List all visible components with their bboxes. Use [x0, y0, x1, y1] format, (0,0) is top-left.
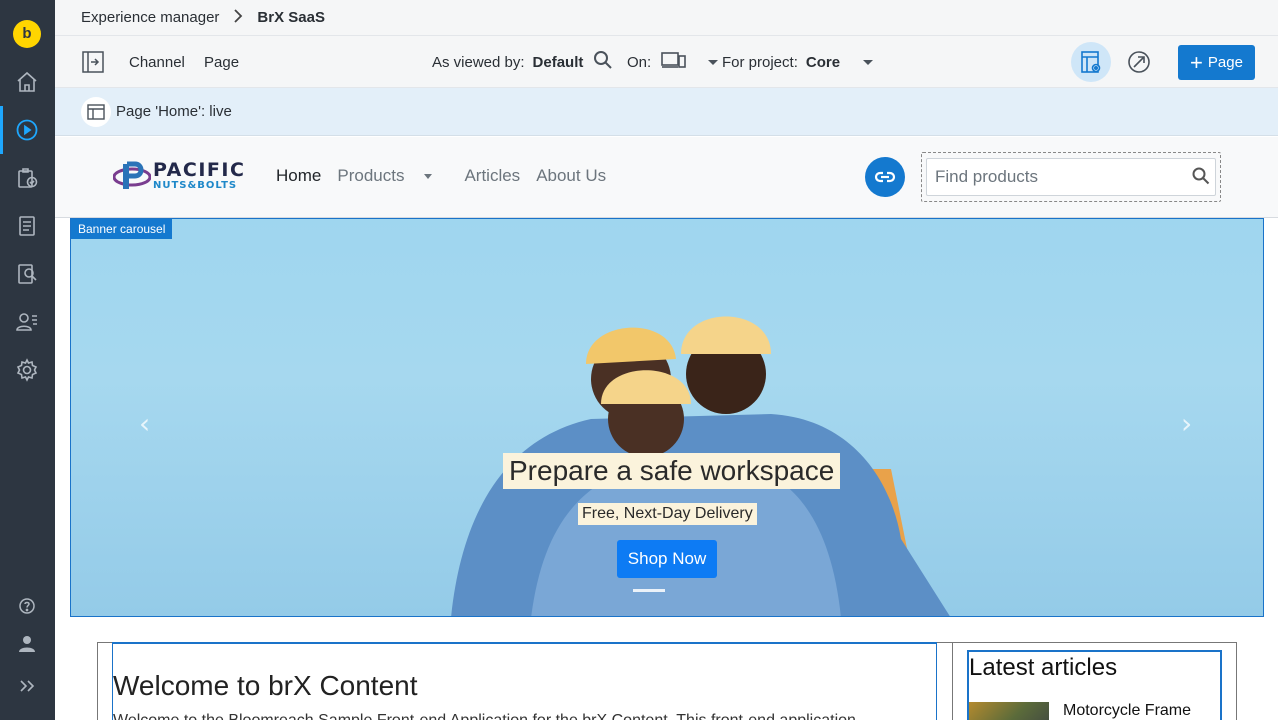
carousel-next-icon[interactable]: ›: [1181, 407, 1192, 440]
channel-menu[interactable]: Channel: [129, 36, 185, 88]
viewed-by-value: Default: [532, 53, 584, 71]
expand-icon[interactable]: [14, 673, 40, 699]
chevron-down-icon[interactable]: [862, 54, 874, 71]
nav-home[interactable]: Home: [276, 166, 321, 186]
banner-tag: Banner carousel: [71, 219, 173, 239]
latest-articles[interactable]: Latest articles Motorcycle Frame: [967, 650, 1222, 720]
link-icon[interactable]: [865, 157, 905, 197]
page-status-bar: Page 'Home': live: [55, 88, 1278, 136]
performance-icon[interactable]: [1119, 42, 1159, 82]
new-page-label: Page: [1207, 54, 1243, 71]
nav-about[interactable]: About Us: [536, 166, 606, 186]
pacific-logo-mark: [113, 161, 151, 189]
site-nav: Home Products Articles About Us: [276, 166, 622, 186]
banner-title: Prepare a safe workspace: [503, 453, 841, 489]
settings-icon[interactable]: [14, 357, 40, 383]
toolbar: Channel Page As viewed by: Default On: F…: [55, 36, 1278, 88]
bloomreach-logo[interactable]: b: [13, 20, 41, 48]
carousel-indicator[interactable]: [633, 589, 665, 592]
audiences-icon[interactable]: [14, 309, 40, 335]
viewed-by-label: As viewed by:: [432, 53, 525, 71]
banner-carousel[interactable]: Banner carousel ‹ › Prepare a safe works…: [70, 218, 1264, 617]
column-divider: [952, 642, 953, 720]
help-icon[interactable]: [14, 593, 40, 619]
breadcrumb: Experience manager BrX SaaS: [55, 0, 1278, 36]
search-icon[interactable]: [1192, 167, 1210, 190]
page-layout-icon[interactable]: [81, 96, 111, 127]
chevron-down-icon[interactable]: [707, 54, 719, 71]
search-placeholder: Find products: [935, 167, 1038, 186]
project-selector[interactable]: For project: Core: [722, 36, 874, 88]
device-selector[interactable]: On:: [627, 36, 719, 88]
project-label: For project:: [722, 53, 798, 71]
user-icon[interactable]: [14, 631, 40, 657]
plus-icon: +: [1190, 49, 1203, 75]
left-nav-rail: b: [0, 0, 55, 720]
toggle-sidebar-icon[interactable]: [81, 36, 105, 88]
search-container: Find products: [921, 152, 1221, 202]
carousel-prev-icon[interactable]: ‹: [139, 407, 150, 440]
nav-products[interactable]: Products: [337, 166, 448, 186]
device-label: On:: [627, 53, 652, 71]
new-page-button[interactable]: + Page: [1178, 45, 1255, 80]
page-status-text: Page 'Home': live: [116, 103, 232, 120]
projects-icon[interactable]: [14, 165, 40, 191]
article-title[interactable]: Motorcycle Frame: [1063, 702, 1191, 720]
caret-down-icon: [424, 174, 433, 180]
latest-articles-title: Latest articles: [969, 654, 1118, 681]
documents-icon[interactable]: [14, 213, 40, 239]
article-thumbnail[interactable]: [969, 702, 1049, 720]
shop-now-button[interactable]: Shop Now: [617, 540, 717, 578]
home-icon[interactable]: [14, 69, 40, 95]
devices-icon: [661, 50, 687, 74]
view-mode-button[interactable]: [1071, 42, 1111, 82]
active-indicator: [0, 106, 3, 154]
content-search-icon[interactable]: [14, 261, 40, 287]
channel-menu-label: Channel: [129, 53, 185, 71]
project-value: Core: [805, 53, 841, 71]
brand-tagline: NUTS&BOLTS: [153, 180, 238, 191]
breadcrumb-root[interactable]: Experience manager: [81, 9, 219, 26]
brand-name: PACIFIC: [153, 159, 246, 181]
play-icon[interactable]: [14, 117, 40, 143]
viewed-by-selector[interactable]: As viewed by: Default: [432, 36, 613, 88]
nav-products-label: Products: [337, 166, 405, 185]
breadcrumb-current: BrX SaaS: [257, 9, 325, 26]
product-search-input[interactable]: Find products: [926, 158, 1216, 196]
chevron-right-icon: [233, 9, 243, 26]
banner-subtitle: Free, Next-Day Delivery: [578, 503, 757, 525]
nav-articles[interactable]: Articles: [464, 166, 520, 186]
site-header: PACIFIC NUTS&BOLTS Home Products Article…: [55, 137, 1278, 218]
site-logo[interactable]: PACIFIC NUTS&BOLTS: [113, 161, 245, 191]
page-menu[interactable]: Page: [204, 36, 239, 88]
welcome-section[interactable]: Welcome to brX Content Welcome to the Bl…: [112, 642, 937, 720]
search-icon[interactable]: [593, 50, 613, 74]
site-preview: PACIFIC NUTS&BOLTS Home Products Article…: [55, 137, 1278, 720]
page-menu-label: Page: [204, 53, 240, 71]
welcome-title: Welcome to brX Content: [113, 670, 418, 701]
welcome-text: Welcome to the Bloomreach Sample Front-e…: [113, 712, 856, 720]
